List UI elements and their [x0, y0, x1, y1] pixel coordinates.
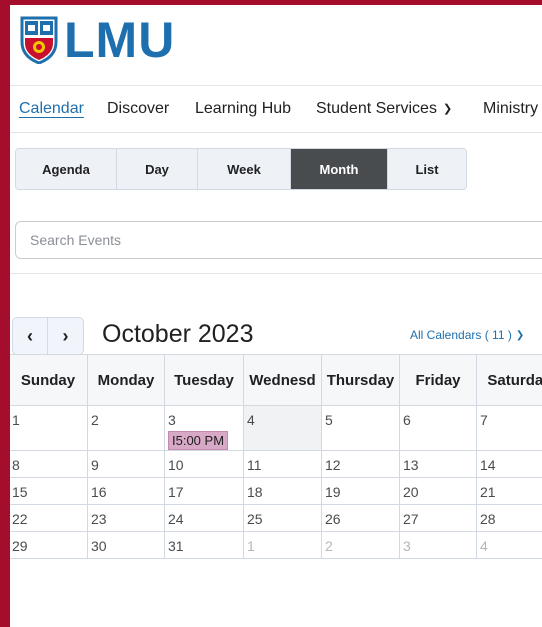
week-row: 29 30 31 1 2 3 4 — [10, 531, 542, 559]
day-cell[interactable]: 27 — [399, 504, 477, 532]
day-number: 5 — [325, 412, 333, 428]
weekday-header: Tuesday — [164, 354, 244, 406]
nav-calendar[interactable]: Calendar — [19, 100, 84, 118]
divider — [10, 273, 542, 274]
day-cell[interactable]: 2 — [87, 405, 165, 451]
day-number: 4 — [247, 412, 255, 428]
day-cell[interactable]: 26 — [321, 504, 400, 532]
day-number: 3 — [168, 412, 176, 428]
chevron-left-icon: ‹ — [27, 325, 33, 346]
month-grid: Sunday Monday Tuesday Wednesd Thursday F… — [10, 354, 542, 559]
tab-agenda[interactable]: Agenda — [16, 149, 117, 189]
day-number: 7 — [480, 412, 488, 428]
weekday-header: Friday — [399, 354, 477, 406]
day-cell[interactable]: 7 — [476, 405, 542, 451]
lmu-logo[interactable]: LMU — [20, 14, 175, 66]
app-frame: LMU Calendar Discover Learning Hub Stude… — [10, 5, 542, 627]
nav-student-services[interactable]: Student Services ❯ — [316, 100, 452, 118]
nav-student-services-label: Student Services — [316, 100, 437, 117]
week-row: 22 23 24 25 26 27 28 — [10, 504, 542, 532]
tab-list[interactable]: List — [388, 149, 466, 189]
chevron-down-icon: ❯ — [515, 330, 525, 341]
weekday-header: Sunday — [10, 354, 88, 406]
view-switcher: Agenda Day Week Month List — [15, 148, 467, 190]
tab-month[interactable]: Month — [291, 149, 388, 189]
day-cell[interactable]: 16 — [87, 477, 165, 505]
site-header: LMU — [10, 5, 542, 86]
week-row: 1 2 3 I5:00 PM 4 5 6 7 — [10, 405, 542, 451]
weekday-header: Wednesd — [243, 354, 322, 406]
day-cell[interactable]: 3 I5:00 PM — [164, 405, 244, 451]
day-cell[interactable]: 15 — [10, 477, 88, 505]
day-cell[interactable]: 9 — [87, 450, 165, 478]
nav-ministry[interactable]: Ministry — [483, 100, 538, 118]
day-cell[interactable]: 13 — [399, 450, 477, 478]
lmu-shield-icon — [20, 16, 58, 64]
month-title: October 2023 — [102, 320, 254, 348]
day-cell[interactable]: 17 — [164, 477, 244, 505]
day-cell-next-month[interactable]: 1 — [243, 531, 322, 559]
day-cell[interactable]: 10 — [164, 450, 244, 478]
main-nav: Calendar Discover Learning Hub Student S… — [10, 86, 542, 133]
event-chip[interactable]: I5:00 PM — [168, 431, 229, 450]
day-number: 2 — [91, 412, 99, 428]
weekday-header: Saturday — [476, 354, 542, 406]
weekday-header-row: Sunday Monday Tuesday Wednesd Thursday F… — [10, 354, 542, 406]
day-cell[interactable]: 28 — [476, 504, 542, 532]
day-cell[interactable]: 21 — [476, 477, 542, 505]
day-cell[interactable]: 24 — [164, 504, 244, 532]
next-month-button[interactable]: › — [48, 317, 84, 355]
tab-week[interactable]: Week — [198, 149, 291, 189]
logo-text: LMU — [64, 12, 176, 68]
day-cell[interactable]: 18 — [243, 477, 322, 505]
day-cell[interactable]: 25 — [243, 504, 322, 532]
day-cell-next-month[interactable]: 3 — [399, 531, 477, 559]
day-cell[interactable]: 23 — [87, 504, 165, 532]
day-cell-next-month[interactable]: 4 — [476, 531, 542, 559]
week-row: 15 16 17 18 19 20 21 — [10, 477, 542, 505]
tab-day[interactable]: Day — [117, 149, 198, 189]
weekday-header: Monday — [87, 354, 165, 406]
day-cell[interactable]: 1 — [10, 405, 88, 451]
search-events-field[interactable] — [15, 221, 542, 259]
day-cell[interactable]: 8 — [10, 450, 88, 478]
chevron-down-icon: ❯ — [442, 103, 453, 115]
previous-month-button[interactable]: ‹ — [12, 317, 48, 355]
day-cell[interactable]: 14 — [476, 450, 542, 478]
day-cell-next-month[interactable]: 2 — [321, 531, 400, 559]
day-number: 1 — [12, 412, 20, 428]
day-cell[interactable]: 19 — [321, 477, 400, 505]
all-calendars-dropdown[interactable]: All Calendars ( 11 ) ❯ — [410, 328, 524, 342]
week-row: 8 9 10 11 12 13 14 — [10, 450, 542, 478]
day-cell[interactable]: 6 — [399, 405, 477, 451]
day-cell[interactable]: 12 — [321, 450, 400, 478]
day-cell[interactable]: 31 — [164, 531, 244, 559]
day-cell[interactable]: 22 — [10, 504, 88, 532]
day-cell[interactable]: 5 — [321, 405, 400, 451]
search-input[interactable] — [16, 222, 542, 258]
day-cell[interactable]: 20 — [399, 477, 477, 505]
nav-discover[interactable]: Discover — [107, 100, 169, 118]
nav-learning-hub[interactable]: Learning Hub — [195, 100, 291, 118]
day-cell[interactable]: 30 — [87, 531, 165, 559]
all-calendars-label: All Calendars ( 11 ) — [410, 328, 512, 342]
chevron-right-icon: › — [62, 325, 69, 346]
day-cell[interactable]: 29 — [10, 531, 88, 559]
weekday-header: Thursday — [321, 354, 400, 406]
day-number: 6 — [403, 412, 411, 428]
day-cell[interactable]: 11 — [243, 450, 322, 478]
day-cell-selected[interactable]: 4 — [243, 405, 322, 451]
